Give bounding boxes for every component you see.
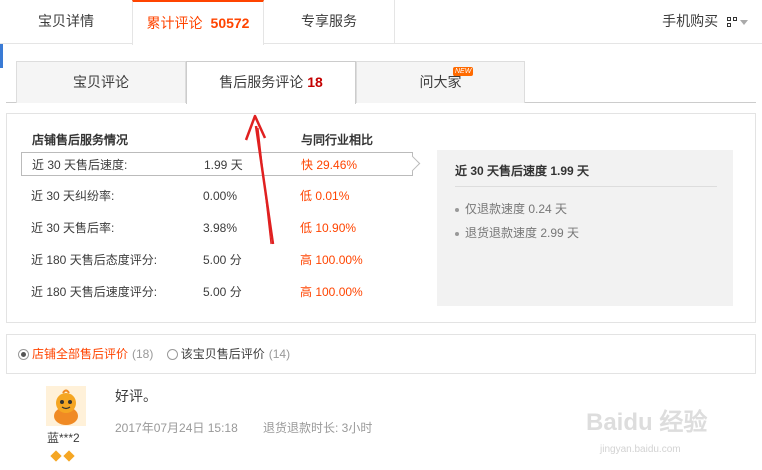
annotation-arrow-icon (244, 114, 275, 245)
watermark-url: jingyan.baidu.com (600, 444, 681, 455)
baidu-watermark: Baidu 经验 (586, 409, 708, 436)
